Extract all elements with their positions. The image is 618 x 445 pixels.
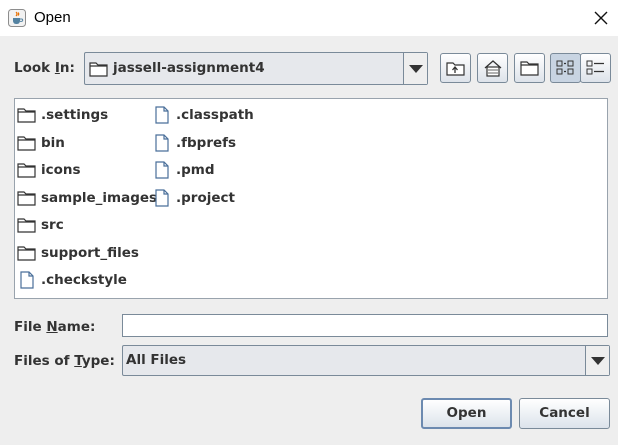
up-one-level-button[interactable] — [440, 53, 471, 83]
file-name: .checkstyle — [41, 272, 127, 288]
chevron-down-icon[interactable] — [403, 53, 427, 84]
file-name-field[interactable] — [122, 314, 608, 337]
file-name: src — [41, 217, 64, 233]
file-name: sample_images — [41, 190, 158, 206]
file-name: .project — [176, 190, 235, 206]
file-name: .pmd — [176, 162, 215, 178]
title-bar: Open — [0, 0, 618, 36]
open-button[interactable]: Open — [421, 398, 512, 429]
look-in-label: Look In: — [14, 60, 75, 76]
file-name: icons — [41, 162, 81, 178]
cancel-button[interactable]: Cancel — [519, 398, 610, 429]
look-in-value: jassell-assignment4 — [113, 60, 265, 76]
file-name: support_files — [41, 245, 139, 261]
folder-icon — [89, 60, 109, 82]
details-view-button[interactable] — [580, 53, 611, 83]
list-view-button[interactable] — [550, 53, 581, 83]
file-name-label: File Name: — [14, 319, 96, 335]
file-name: .settings — [41, 107, 109, 123]
file-name: bin — [41, 135, 65, 151]
java-cup-icon — [8, 9, 26, 27]
window-title: Open — [34, 9, 71, 26]
file-name: .fbprefs — [176, 135, 237, 151]
look-in-combo[interactable]: jassell-assignment4 — [84, 52, 428, 85]
files-of-type-label: Files of Type: — [14, 353, 115, 369]
close-icon[interactable] — [585, 2, 617, 34]
files-of-type-value: All Files — [126, 352, 187, 368]
file-list[interactable]: .settings bin icons sample_images src su… — [14, 98, 608, 299]
files-of-type-combo[interactable]: All Files — [122, 345, 610, 376]
file-name: .classpath — [176, 107, 254, 123]
chevron-down-icon[interactable] — [585, 346, 609, 375]
home-button[interactable] — [477, 53, 508, 83]
new-folder-button[interactable] — [514, 53, 545, 83]
